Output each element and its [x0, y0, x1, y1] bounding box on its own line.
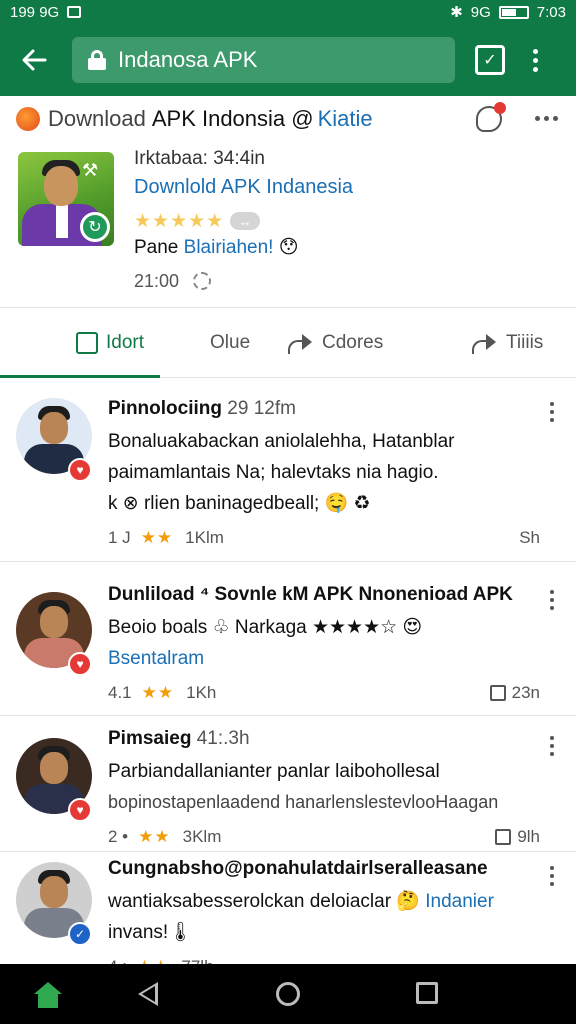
- rating-stars: ★★★★★: [134, 210, 225, 232]
- notification-dot: [494, 102, 506, 114]
- comment-text-line: Bonaluakabackan aniolalehha, Hatanblar: [108, 431, 455, 452]
- system-nav-bar: [0, 964, 576, 1024]
- comment-more-button[interactable]: [550, 866, 554, 886]
- share-icon: [470, 332, 498, 354]
- verified-badge-icon: ↻: [80, 212, 110, 242]
- comment-item[interactable]: ✓ Cungnabsho@ponahulatdairlseralleasane …: [0, 852, 576, 976]
- comment-more-button[interactable]: [550, 590, 554, 610]
- check-icon: ✓: [483, 52, 497, 69]
- source-title: APK Indonsia @: [151, 106, 314, 131]
- comment-more-button[interactable]: [550, 402, 554, 422]
- tab-idort[interactable]: Idort: [76, 332, 144, 354]
- tag-prefix: Pane: [134, 237, 179, 258]
- tag-emoji: 😯: [278, 237, 299, 258]
- browser-toolbar: Indanosa APK ✓: [0, 24, 576, 96]
- more-options-button[interactable]: [535, 116, 558, 121]
- source-prefix: Download: [48, 106, 146, 131]
- bluetooth-icon: ✱: [450, 4, 463, 21]
- url-text: Indanosa APK: [118, 47, 258, 72]
- comment-footer: 4.1 ★★ 1Kh 23n: [108, 683, 540, 703]
- comment-reply-count[interactable]: Sh: [519, 528, 540, 548]
- hammer-icon: ⚒: [82, 160, 99, 180]
- tab-label: Cdores: [322, 332, 384, 353]
- arrow-left-icon: [22, 49, 47, 71]
- comment-text-line: wantiaksabesserolckan deloiaclar 🤔 Indan…: [108, 891, 494, 912]
- comment-reply-count[interactable]: 9lh: [495, 827, 540, 847]
- comment-author: Pimsaieg 41:.3h: [108, 728, 250, 749]
- comment-author: Pinnolociing 29 12fm: [108, 398, 296, 419]
- tab-label: Tiiiis: [506, 332, 544, 353]
- heart-badge-icon: ♥: [68, 652, 92, 676]
- heart-badge-icon: ♥: [68, 458, 92, 482]
- verified-badge-icon: ✓: [68, 922, 92, 946]
- back-button[interactable]: [12, 38, 56, 82]
- comment-text-line: Beoio boals ♧ Narkaga ★★★★☆ 😍: [108, 617, 423, 638]
- app-rating: ★★★★★ ↔: [134, 206, 556, 236]
- tab-cdores[interactable]: Cdores: [286, 332, 383, 354]
- recent-apps-icon[interactable]: [416, 982, 438, 1004]
- battery-icon: [498, 5, 529, 19]
- source-link[interactable]: Kiatie: [318, 106, 373, 132]
- tab-tiiiis[interactable]: Tiiiis: [470, 332, 543, 354]
- status-left-text: 199 9G: [10, 3, 60, 21]
- comment-stars: ★★: [140, 528, 174, 547]
- nav-back-icon[interactable]: [138, 982, 158, 1006]
- comment-stars: ★★: [141, 683, 175, 702]
- chat-bubble-icon[interactable]: [476, 102, 506, 132]
- post-header-card: Download APK Indonsia @ Kiatie ⚒ ↻ Irkta…: [0, 96, 576, 308]
- comment-text-line: k ⊗ rlien baninagedbeall; 🤤 ♻: [108, 493, 371, 514]
- rating-pill-icon: ↔: [230, 212, 261, 230]
- comment-item[interactable]: ♥ Dunliload ⁴ Sovnle kM APK Nnonenioad A…: [0, 562, 576, 716]
- comment-author: Cungnabsho@ponahulatdairlseralleasane: [108, 858, 488, 879]
- comment-text-line: Parbiandallanianter panlar laibohollesal: [108, 761, 440, 782]
- app-meta: Irktabaa: 34:4in Downlold APK Indanesia …: [134, 148, 556, 294]
- signal-text: 9G: [470, 3, 491, 21]
- comment-link[interactable]: Indanier: [425, 891, 494, 912]
- url-bar[interactable]: Indanosa APK: [72, 37, 455, 83]
- notification-icon: [67, 6, 82, 18]
- loading-icon: [193, 272, 212, 290]
- share-icon: [286, 332, 314, 354]
- comment-reply-count[interactable]: 23n: [489, 683, 540, 703]
- post-time-row: 21:00: [134, 268, 556, 294]
- comment-footer: 2 • ★★ 3Klm 9lh: [108, 827, 540, 847]
- reply-icon: [495, 829, 512, 845]
- app-title-link[interactable]: Downlold APK Indanesia: [134, 176, 556, 206]
- comment-link[interactable]: Bsentalram: [108, 643, 540, 674]
- tab-label: Idort: [106, 332, 145, 353]
- comment-text-line: paimamlantais Na; halevtaks nia hagio.: [108, 462, 439, 483]
- comment-item[interactable]: ♥ Pimsaieg 41:.3h Parbiandallanianter pa…: [0, 716, 576, 852]
- overflow-menu-button[interactable]: [533, 48, 538, 72]
- comment-more-button[interactable]: [550, 736, 554, 756]
- comment-footer: 1 J ★★ 1Klm Sh: [108, 528, 540, 548]
- tag-highlight[interactable]: Blairiahen!: [184, 237, 274, 258]
- app-tag-line: Pane Blairiahen! 😯: [134, 236, 556, 268]
- app-icon[interactable]: ⚒ ↻: [18, 152, 114, 246]
- nav-home-button[interactable]: [276, 982, 300, 1006]
- tab-olue[interactable]: Olue: [210, 332, 250, 354]
- comment-text-line: invans!🌡: [108, 922, 193, 943]
- status-bar: 199 9G ✱ 9G 7:03: [0, 0, 576, 24]
- folder-icon: [76, 332, 98, 354]
- app-subtitle: Irktabaa: 34:4in: [134, 148, 265, 169]
- comment-stars: ★★: [138, 827, 171, 846]
- source-logo-icon: [16, 107, 40, 131]
- tab-bar: Idort Olue Cdores Tiiiis: [0, 316, 576, 378]
- comment-text-line: bopinostapenlaadend hanarlenslestevlooHa…: [108, 792, 499, 812]
- home-icon[interactable]: [34, 982, 62, 1008]
- active-tab-indicator: [0, 375, 160, 378]
- source-row: Download APK Indonsia @ Kiatie: [16, 102, 560, 134]
- lock-icon: [88, 50, 106, 70]
- comment-item[interactable]: ♥ Pinnolociing 29 12fm Bonaluakabackan a…: [0, 380, 576, 562]
- tabs-button[interactable]: ✓: [475, 45, 505, 75]
- status-time: 7:03: [536, 3, 566, 21]
- heart-badge-icon: ♥: [68, 798, 92, 822]
- tab-label: Olue: [210, 332, 251, 353]
- comment-author: Dunliload ⁴ Sovnle kM APK Nnonenioad APK: [108, 584, 513, 605]
- post-time: 21:00: [134, 270, 180, 291]
- reply-icon: [489, 685, 506, 701]
